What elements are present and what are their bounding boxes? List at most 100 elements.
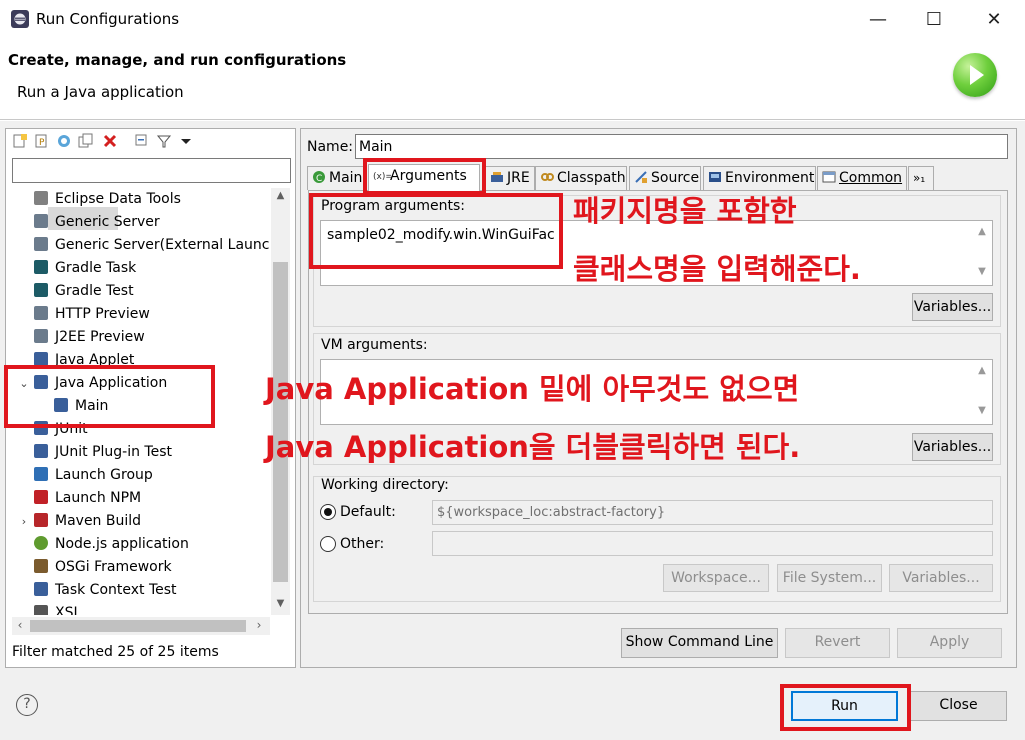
default-radio[interactable] (320, 504, 336, 520)
revert-button[interactable]: Revert (785, 628, 890, 658)
tree-item[interactable]: Gradle Task (34, 257, 136, 280)
annotation-text-3: Java Application 밑에 아무것도 없으면 (265, 372, 800, 406)
tree-item[interactable]: OSGi Framework (34, 556, 172, 579)
common-tab-icon (822, 169, 836, 183)
minimize-button[interactable]: — (858, 6, 898, 34)
filter-input[interactable] (12, 158, 291, 183)
tree-item[interactable]: Launch NPM (34, 487, 141, 510)
new-prototype-icon[interactable]: P (34, 133, 50, 149)
apply-button[interactable]: Apply (897, 628, 1002, 658)
junit-icon (34, 582, 48, 596)
tree-item[interactable]: HTTP Preview (34, 303, 150, 326)
file-system-button[interactable]: File System... (777, 564, 882, 592)
tab-label: Source (651, 170, 700, 186)
tab-common[interactable]: Common (817, 166, 907, 190)
tab-main[interactable]: C Main (307, 166, 367, 190)
source-tab-icon (634, 169, 648, 183)
other-radio[interactable] (320, 536, 336, 552)
maven-icon (34, 513, 48, 527)
annotation-text-2: 클래스명을 입력해준다. (573, 252, 861, 286)
scroll-right-icon[interactable]: › (251, 618, 267, 634)
vm-variables-button[interactable]: Variables... (912, 433, 993, 461)
tab-overflow[interactable]: »₁ (908, 166, 934, 190)
close-button[interactable]: Close (910, 691, 1007, 721)
name-input[interactable] (355, 134, 1008, 159)
name-label: Name: (307, 139, 354, 155)
tree-item[interactable]: XSL (34, 602, 81, 615)
tree-item[interactable]: Node.js application (34, 533, 189, 556)
tab-source[interactable]: Source (629, 166, 701, 190)
tree-item-label: JUnit Plug-in Test (55, 444, 173, 460)
show-command-line-button[interactable]: Show Command Line (621, 628, 778, 658)
annotation-text-4: Java Application을 더블클릭하면 된다. (265, 430, 801, 464)
tree-item-label: Node.js application (55, 536, 189, 552)
tab-jre[interactable]: JRE (485, 166, 535, 190)
server-icon (34, 329, 48, 343)
tab-label: Environment (725, 170, 815, 186)
tab-environment[interactable]: Environment (703, 166, 816, 190)
help-icon[interactable]: ? (16, 694, 38, 716)
tree-horizontal-scroll-thumb[interactable] (30, 620, 246, 632)
tree-item-label: Maven Build (55, 513, 142, 529)
scroll-up-icon[interactable]: ▲ (975, 365, 989, 376)
scroll-down-icon[interactable]: ▼ (975, 266, 989, 277)
wd-variables-button[interactable]: Variables... (889, 564, 993, 592)
tree-item[interactable]: Gradle Test (34, 280, 134, 303)
tree-item-label: OSGi Framework (55, 559, 172, 575)
header-title: Create, manage, and run configurations (8, 51, 347, 69)
other-directory-field[interactable] (432, 531, 993, 556)
program-variables-button[interactable]: Variables... (912, 293, 993, 321)
tree-item[interactable]: JUnit Plug-in Test (34, 441, 172, 464)
tree-item-label: Eclipse Data Tools (55, 191, 181, 207)
tree-item-label: Launch NPM (55, 490, 142, 506)
xsl-icon (34, 605, 48, 615)
tree-item[interactable]: Eclipse Data Tools (34, 188, 181, 211)
server-icon (34, 237, 48, 251)
tab-classpath[interactable]: Classpath (535, 166, 627, 190)
scroll-down-icon[interactable]: ▼ (271, 598, 290, 614)
tab-label: JRE (507, 170, 530, 186)
chevron-right-icon[interactable]: › (18, 510, 30, 533)
tab-label: Common (839, 170, 903, 186)
scroll-up-icon[interactable]: ▲ (271, 190, 290, 206)
tree-vertical-scroll-thumb[interactable] (273, 262, 288, 582)
collapse-all-icon[interactable] (134, 133, 150, 149)
tree-item[interactable]: J2EE Preview (34, 326, 145, 349)
scroll-up-icon[interactable]: ▲ (975, 226, 989, 237)
filter-status: Filter matched 25 of 25 items (12, 644, 219, 660)
tree-item-label: HTTP Preview (55, 306, 150, 322)
nodejs-icon (34, 536, 48, 550)
applet-icon (34, 352, 48, 366)
window-title: Run Configurations (36, 10, 180, 28)
export-icon[interactable] (56, 133, 72, 149)
tree-item[interactable]: Generic Server (34, 211, 160, 234)
server-icon (34, 214, 48, 228)
tree-item-label: Generic Server(External Launch) (55, 237, 270, 253)
new-config-icon[interactable] (12, 133, 28, 149)
working-directory-label: Working directory: (321, 477, 449, 493)
annotation-box-program-arguments (309, 193, 563, 269)
default-directory-field: ${workspace_loc:abstract-factory} (432, 500, 993, 525)
duplicate-icon[interactable] (78, 133, 94, 149)
workspace-button[interactable]: Workspace... (663, 564, 769, 592)
tree-item[interactable]: Launch Group (34, 464, 153, 487)
scroll-left-icon[interactable]: ‹ (12, 618, 28, 634)
filter-icon[interactable] (156, 133, 172, 149)
gradle-icon (34, 260, 48, 274)
tree-item-label: Task Context Test (55, 582, 177, 598)
default-label: Default: (340, 504, 396, 520)
view-menu-icon[interactable] (178, 133, 194, 149)
jre-tab-icon (490, 169, 504, 183)
maximize-button[interactable]: ☐ (914, 6, 954, 34)
header-subtitle: Run a Java application (17, 83, 184, 101)
tree-item[interactable]: › Maven Build (22, 510, 142, 533)
scroll-down-icon[interactable]: ▼ (975, 405, 989, 416)
tab-label: Classpath (557, 170, 626, 186)
tab-label: Main (329, 170, 363, 186)
tree-item[interactable]: Generic Server(External Launch) (34, 234, 270, 257)
server-icon (34, 306, 48, 320)
close-window-button[interactable]: ✕ (974, 6, 1014, 34)
tree-item[interactable]: Task Context Test (34, 579, 177, 602)
delete-icon[interactable] (102, 133, 118, 149)
tree-item-label: XSL (55, 605, 82, 615)
